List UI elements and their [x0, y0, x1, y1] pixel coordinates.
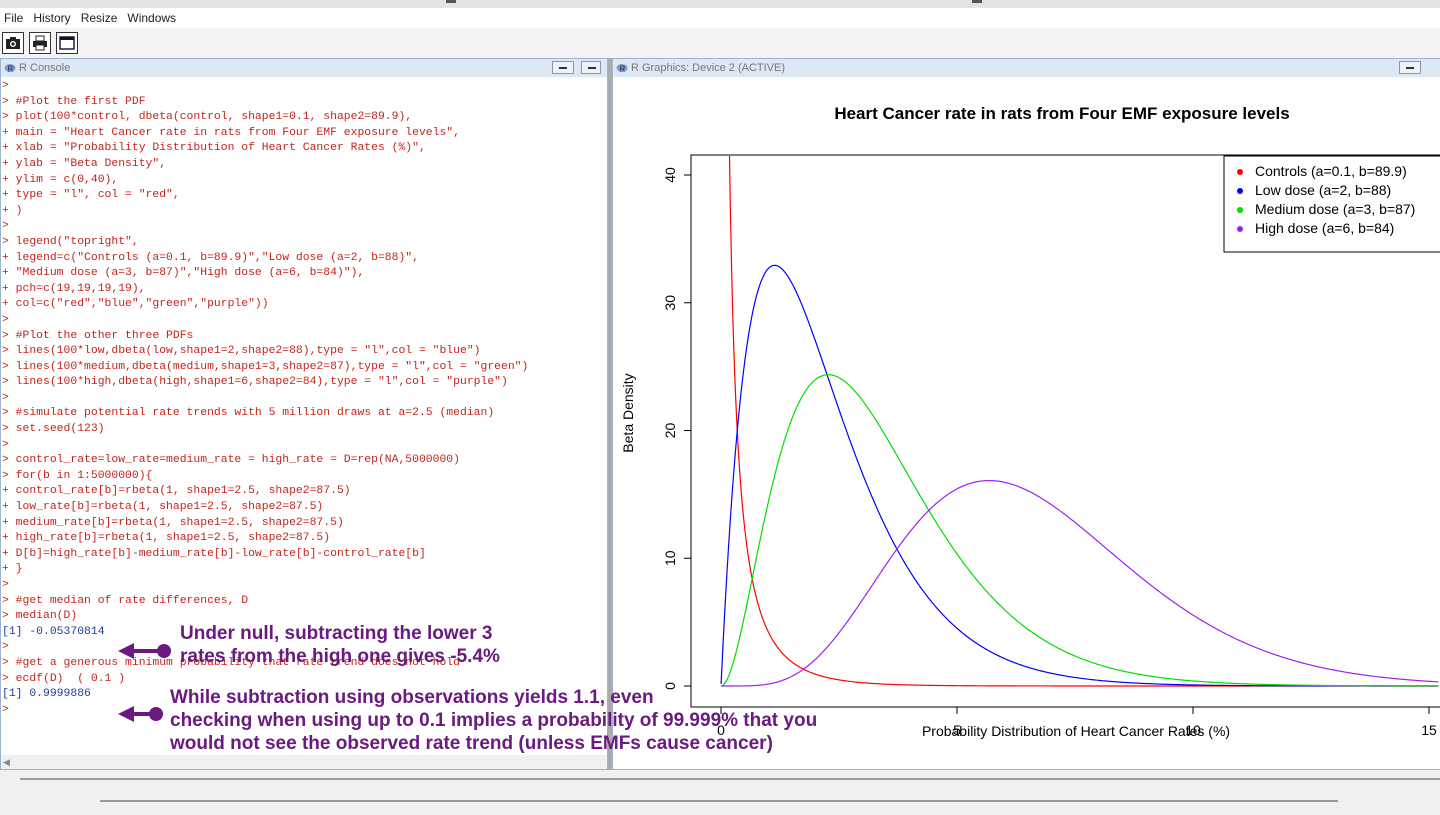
scroll-left-arrow-icon[interactable]: ◀ [3, 757, 10, 768]
graphics-minimize-button[interactable] [1399, 61, 1421, 74]
chart-title: Heart Cancer rate in rats from Four EMF … [834, 104, 1289, 123]
x-tick-label: 15 [1421, 722, 1437, 738]
ecdf-annotation: While subtraction using observations yie… [170, 687, 818, 754]
toolbar [0, 28, 1440, 58]
divider [20, 778, 1440, 780]
console-line: > [2, 80, 9, 92]
x-axis-label: Probability Distribution of Heart Cancer… [922, 723, 1230, 739]
console-line: > [2, 313, 9, 326]
legend-marker [1237, 207, 1243, 213]
console-line: > control_rate=low_rate=medium_rate = hi… [2, 454, 460, 467]
console-line: + } [2, 563, 23, 576]
legend-marker [1237, 169, 1243, 175]
console-line: + col=c("red","blue","green","purple")) [2, 298, 269, 311]
r-logo-icon: R [4, 64, 16, 74]
console-line: > #get median of rate differences, D [2, 594, 249, 607]
top-strip [0, 0, 1440, 8]
y-tick-label: 20 [662, 423, 678, 439]
graphics-window: R R Graphics: Device 2 (ACTIVE) Heart Ca… [612, 58, 1440, 770]
console-line: + type = "l", col = "red", [2, 189, 180, 202]
console-line: + high_rate[b]=rbeta(1, shape1=2.5, shap… [2, 532, 331, 545]
window-button[interactable] [56, 32, 78, 54]
y-axis-label: Beta Density [620, 373, 636, 452]
menu-resize[interactable]: Resize [77, 11, 124, 25]
menu-history[interactable]: History [29, 11, 76, 25]
y-tick-label: 10 [662, 550, 678, 566]
y-tick-label: 30 [662, 295, 678, 311]
console-line: > [2, 220, 9, 233]
console-line: > [2, 391, 9, 404]
console-title: R Console [19, 62, 71, 74]
camera-button[interactable] [2, 32, 24, 54]
status-area [0, 770, 1440, 815]
legend-entry: Medium dose (a=3, b=87) [1255, 201, 1415, 217]
console-line: > #Plot the first PDF [2, 95, 146, 108]
console-line: > plot(100*control, dbeta(control, shape… [2, 111, 413, 124]
console-line: > #simulate potential rate trends with 5… [2, 407, 495, 420]
console-minimize-button[interactable] [552, 61, 574, 74]
console-line: + main = "Heart Cancer rate in rats from… [2, 126, 460, 139]
series-line [720, 264, 1439, 687]
legend-marker [1237, 226, 1243, 232]
console-line: > lines(100*medium,dbeta(medium,shape1=3… [2, 360, 529, 373]
console-line: + "Medium dose (a=3, b=87)","High dose (… [2, 267, 365, 280]
x-tick-label: 10 [1185, 722, 1201, 738]
console-line: > legend("topright", [2, 235, 139, 248]
console-line: + legend=c("Controls (a=0.1, b=89.9)","L… [2, 251, 419, 264]
print-button[interactable] [29, 32, 51, 54]
console-line: > lines(100*high,dbeta(high,shape1=6,sha… [2, 376, 508, 389]
console-line: + low_rate[b]=rbeta(1, shape1=2.5, shape… [2, 501, 324, 514]
console-line: + D[b]=high_rate[b]-medium_rate[b]-low_r… [2, 547, 426, 560]
r-logo-icon: R [616, 64, 628, 74]
legend-entry: Low dose (a=2, b=88) [1255, 182, 1391, 198]
menu-file[interactable]: File [0, 11, 29, 25]
console-line: > lines(100*low,dbeta(low,shape1=2,shape… [2, 345, 481, 358]
y-tick-label: 40 [662, 167, 678, 183]
console-restore-button[interactable] [581, 61, 601, 74]
console-line: + ylab = "Beta Density", [2, 157, 167, 170]
menu-windows[interactable]: Windows [123, 11, 182, 25]
horizontal-scrollbar-track[interactable] [100, 800, 1338, 802]
console-line: + ylim = c(0,40), [2, 173, 119, 186]
console-horizontal-scrollbar[interactable]: ◀ [1, 755, 607, 769]
svg-text:R: R [8, 65, 14, 74]
console-titlebar: R R Console [1, 59, 607, 77]
median-annotation: Under null, subtracting the lower 3 rate… [180, 623, 500, 667]
console-line: > [2, 579, 9, 591]
nub-marker [972, 0, 982, 3]
console-line: > for(b in 1:5000000){ [2, 469, 153, 482]
legend-entry: High dose (a=6, b=84) [1255, 220, 1394, 236]
console-line: > ecdf(D) ( 0.1 ) [2, 672, 126, 685]
legend-entry: Controls (a=0.1, b=89.9) [1255, 163, 1407, 179]
graphics-title: R Graphics: Device 2 (ACTIVE) [631, 62, 786, 74]
legend-marker [1237, 188, 1243, 194]
console-line: + pch=c(19,19,19,19), [2, 282, 146, 295]
console-line: > [2, 438, 9, 451]
x-tick-label: 5 [953, 722, 961, 738]
median-arrow-icon [118, 643, 171, 659]
window-icon [59, 36, 75, 50]
annotation-arrows [118, 643, 171, 722]
console-line: > set.seed(123) [2, 423, 105, 436]
ecdf-arrow-icon [118, 706, 163, 722]
camera-icon [6, 37, 20, 49]
console-line: > #Plot the other three PDFs [2, 329, 194, 342]
beta-density-plot: Heart Cancer rate in rats from Four EMF … [620, 104, 1440, 739]
series-line [721, 479, 1439, 687]
nub-marker [446, 0, 456, 3]
legend: Controls (a=0.1, b=89.9) Low dose (a=2, b… [1223, 155, 1440, 253]
printer-icon [33, 35, 47, 51]
console-line: + ) [2, 204, 23, 217]
console-line: + xlab = "Probability Distribution of He… [2, 142, 426, 155]
svg-text:R: R [620, 65, 626, 74]
console-line: + control_rate[b]=rbeta(1, shape1=2.5, s… [2, 485, 351, 498]
console-line: + medium_rate[b]=rbeta(1, shape1=2.5, sh… [2, 516, 344, 529]
menu-bar: File History Resize Windows [0, 8, 1440, 28]
graphics-titlebar: R R Graphics: Device 2 (ACTIVE) [613, 59, 1440, 77]
series-line [720, 374, 1439, 687]
